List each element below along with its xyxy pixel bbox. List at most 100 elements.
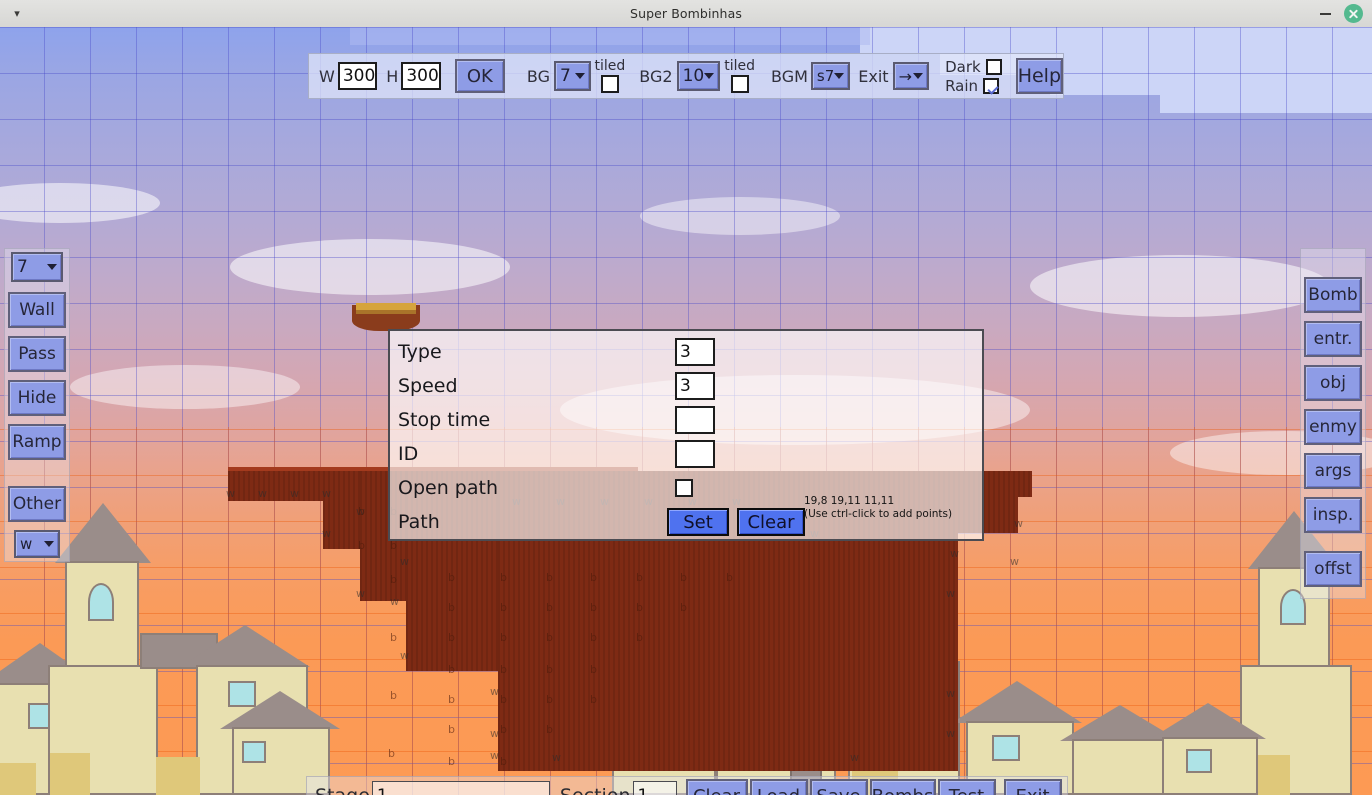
- sidebar-item-wall[interactable]: Wall: [8, 292, 66, 328]
- sidebar-item-enmy[interactable]: enmy: [1304, 409, 1362, 445]
- terrain-marker: b: [388, 747, 395, 760]
- tile-select[interactable]: 7: [11, 252, 63, 282]
- terrain-marker: w: [490, 685, 499, 698]
- terrain-marker: b: [358, 539, 365, 552]
- bg-tiled-group: tiled: [595, 59, 625, 93]
- terrain-marker: b: [358, 505, 365, 518]
- chevron-down-icon: [913, 73, 924, 79]
- section-input[interactable]: 1: [632, 781, 677, 795]
- stage-label: Stage: [315, 785, 370, 795]
- load-button[interactable]: Load: [749, 779, 808, 795]
- terrain-marker: w: [390, 595, 399, 608]
- terrain-marker: b: [590, 601, 597, 614]
- terrain-marker: b: [590, 631, 597, 644]
- bgm-select-value: s7: [816, 67, 835, 85]
- tile-select-value: 7: [17, 257, 28, 277]
- path-clear-button[interactable]: Clear: [737, 508, 805, 536]
- id-input[interactable]: [675, 440, 715, 468]
- width-input[interactable]: 300: [337, 62, 378, 90]
- terrain-marker: w: [322, 527, 331, 540]
- path-info: 19,8 19,11 11,11 (Use ctrl-click to add …: [804, 495, 952, 521]
- sidebar-item-ramp[interactable]: Ramp: [8, 424, 66, 460]
- terrain-marker: b: [448, 571, 455, 584]
- terrain-marker: w: [490, 727, 499, 740]
- dialog-row: Stop time: [398, 403, 974, 437]
- dark-checkbox[interactable]: [985, 58, 1002, 75]
- id-label: ID: [398, 443, 419, 465]
- terrain-marker: b: [500, 663, 507, 676]
- width-label: W: [319, 66, 335, 86]
- ok-button[interactable]: OK: [454, 59, 505, 93]
- terrain-marker: w: [946, 687, 955, 700]
- sidebar-item-other[interactable]: Other: [8, 486, 66, 522]
- test-button[interactable]: Test: [937, 779, 996, 795]
- chevron-down-icon: [44, 541, 54, 547]
- sidebar-item-args[interactable]: args: [1304, 453, 1362, 489]
- terrain-marker: b: [448, 723, 455, 736]
- close-icon[interactable]: [1344, 4, 1363, 23]
- level-canvas[interactable]: w w w w w w w w w w w w w w w w w w w w …: [0, 27, 1372, 795]
- window-title-bar: ▾ Super Bombinhas: [0, 0, 1372, 28]
- terrain-marker: w: [322, 487, 331, 500]
- chevron-down-icon: [704, 73, 715, 79]
- terrain-marker: b: [546, 723, 553, 736]
- terrain-marker: w: [356, 587, 365, 600]
- stop-time-label: Stop time: [398, 409, 491, 431]
- sidebar-item-hide[interactable]: Hide: [8, 380, 66, 416]
- open-path-checkbox[interactable]: [675, 479, 693, 497]
- terrain-marker: b: [546, 571, 553, 584]
- dialog-row: Path Set Clear 19,8 19,11 11,11 (Use ctr…: [398, 495, 974, 539]
- left-tool-panel: 7 Wall Pass Hide Ramp Other w: [4, 248, 70, 562]
- help-button[interactable]: Help: [1015, 58, 1064, 94]
- bgm-select[interactable]: s7: [810, 62, 851, 90]
- bg2-select[interactable]: 10: [676, 61, 721, 91]
- terrain-marker: b: [448, 663, 455, 676]
- rain-label: Rain: [945, 76, 979, 95]
- bg-tiled-checkbox[interactable]: [600, 75, 619, 93]
- chevron-down-icon: [834, 73, 845, 79]
- terrain-marker: b: [636, 571, 643, 584]
- sidebar-item-insp[interactable]: insp.: [1304, 497, 1362, 533]
- bg-select[interactable]: 7: [554, 61, 591, 91]
- sidebar-item-entr[interactable]: entr.: [1304, 321, 1362, 357]
- bg2-tiled-checkbox[interactable]: [730, 75, 749, 93]
- stage-input[interactable]: 1: [371, 781, 550, 795]
- rain-checkbox[interactable]: [983, 77, 1000, 94]
- sidebar-item-obj[interactable]: obj: [1304, 365, 1362, 401]
- exit-label: Exit: [858, 66, 889, 86]
- sidebar-item-pass[interactable]: Pass: [8, 336, 66, 372]
- sidebar-item-bomb[interactable]: Bomb: [1304, 277, 1362, 313]
- mode-select[interactable]: w: [14, 530, 60, 558]
- terrain-marker: b: [680, 571, 687, 584]
- terrain-fill: [228, 471, 323, 501]
- dark-label: Dark: [945, 57, 981, 76]
- bombs-button[interactable]: Bombs: [869, 779, 936, 795]
- terrain-marker: b: [500, 571, 507, 584]
- sidebar-item-offst[interactable]: offst: [1304, 551, 1362, 587]
- type-label: Type: [398, 341, 442, 363]
- height-input[interactable]: 300: [401, 62, 441, 90]
- terrain-marker: b: [680, 601, 687, 614]
- stop-time-input[interactable]: [675, 406, 715, 434]
- clear-button[interactable]: Clear: [685, 779, 748, 795]
- type-input[interactable]: 3: [675, 338, 715, 366]
- minimize-icon[interactable]: [1319, 7, 1332, 20]
- terrain-marker: w: [1014, 517, 1023, 530]
- bg2-tiled-label: tiled: [724, 58, 755, 74]
- bg2-select-value: 10: [682, 66, 705, 86]
- speed-input[interactable]: 3: [675, 372, 715, 400]
- save-button[interactable]: Save: [809, 779, 868, 795]
- path-set-button[interactable]: Set: [667, 508, 729, 536]
- terrain-marker: w: [946, 727, 955, 740]
- object-properties-dialog: Type 3 Speed 3 Stop time ID Open path Pa…: [388, 329, 984, 541]
- exit-select[interactable]: →: [892, 62, 930, 90]
- terrain-marker: b: [726, 571, 733, 584]
- terrain-marker: b: [546, 601, 553, 614]
- terrain-marker: w: [400, 555, 409, 568]
- terrain-marker: b: [448, 601, 455, 614]
- bowl-platform-object[interactable]: [352, 297, 420, 331]
- exit-button[interactable]: Exit: [1003, 779, 1062, 795]
- right-tool-panel: Bomb entr. obj enmy args insp. offst: [1300, 248, 1366, 599]
- chevron-down-icon: [574, 73, 585, 79]
- terrain-marker: b: [390, 573, 397, 586]
